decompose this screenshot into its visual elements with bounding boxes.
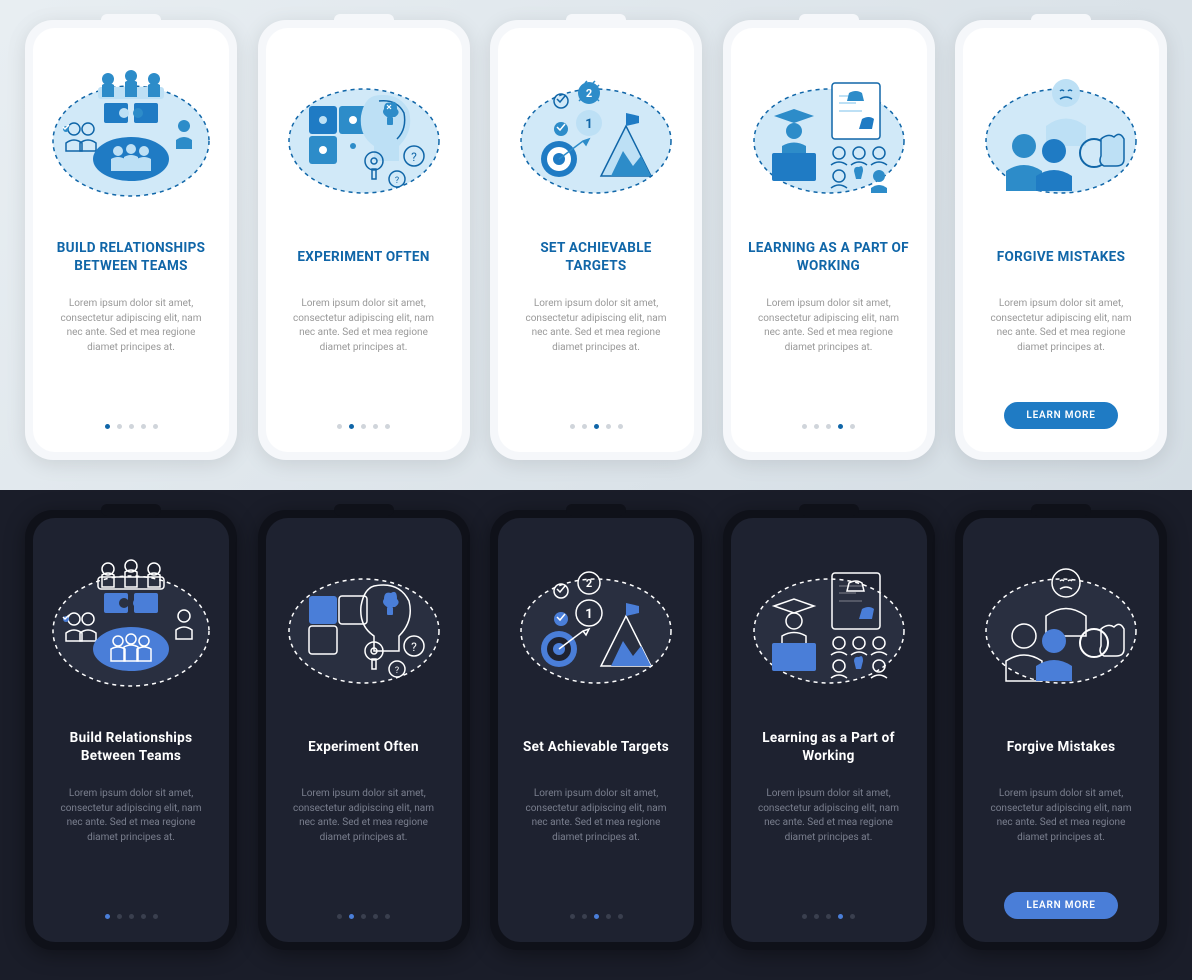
card-title: EXPERIMENT OFTEN — [297, 239, 429, 277]
card-desc: Lorem ipsum dolor sit amet, consectetur … — [743, 787, 915, 845]
card-title: SET ACHIEVABLE TARGETS — [510, 239, 682, 277]
card-title: FORGIVE MISTAKES — [997, 239, 1125, 277]
phone-card-0: Build Relationships Between Teams Lorem … — [25, 510, 237, 950]
forgive-icon — [976, 51, 1146, 221]
phone-card-4: FORGIVE MISTAKES Lorem ipsum dolor sit a… — [955, 20, 1167, 460]
phone-card-2: 2 1 Set Achievable Targets Lorem ipsum d… — [490, 510, 702, 950]
pagination-dots[interactable] — [105, 914, 158, 919]
relationships-icon — [46, 51, 216, 221]
card-title: Learning as a Part of Working — [743, 729, 915, 767]
card-desc: Lorem ipsum dolor sit amet, consectetur … — [278, 297, 450, 355]
phone-card-2: 2 1 SET ACHIEVABLE TARGETS Lorem ipsum d… — [490, 20, 702, 460]
forgive-icon — [976, 541, 1146, 711]
phone-card-3: LEARNING AS A PART OF WORKING Lorem ipsu… — [723, 20, 935, 460]
card-title: Experiment Often — [308, 729, 419, 767]
targets-icon: 2 1 — [511, 51, 681, 221]
learning-icon — [744, 541, 914, 711]
light-theme-row: BUILD RELATIONSHIPS BETWEEN TEAMS Lorem … — [0, 0, 1192, 490]
svg-text:?: ? — [394, 176, 398, 186]
svg-text:?: ? — [411, 640, 417, 654]
pagination-dots[interactable] — [570, 424, 623, 429]
card-desc: Lorem ipsum dolor sit amet, consectetur … — [743, 297, 915, 355]
card-desc: Lorem ipsum dolor sit amet, consectetur … — [278, 787, 450, 845]
phone-card-4: Forgive Mistakes Lorem ipsum dolor sit a… — [955, 510, 1167, 950]
svg-text:?: ? — [411, 150, 417, 164]
card-title: LEARNING AS A PART OF WORKING — [743, 239, 915, 277]
card-title: BUILD RELATIONSHIPS BETWEEN TEAMS — [45, 239, 217, 277]
card-desc: Lorem ipsum dolor sit amet, consectetur … — [510, 787, 682, 845]
learn-more-button[interactable]: LEARN MORE — [1004, 402, 1117, 429]
phone-card-1: ? ? Experiment Often Lorem ipsum dolor s… — [258, 510, 470, 950]
svg-text:?: ? — [394, 666, 398, 676]
card-desc: Lorem ipsum dolor sit amet, consectetur … — [510, 297, 682, 355]
experiment-icon: ? ? — [279, 51, 449, 221]
svg-text:2: 2 — [586, 87, 592, 100]
card-title: Set Achievable Targets — [523, 729, 669, 767]
card-desc: Lorem ipsum dolor sit amet, consectetur … — [45, 787, 217, 845]
pagination-dots[interactable] — [105, 424, 158, 429]
card-title: Forgive Mistakes — [1007, 729, 1116, 767]
phone-card-0: BUILD RELATIONSHIPS BETWEEN TEAMS Lorem … — [25, 20, 237, 460]
pagination-dots[interactable] — [570, 914, 623, 919]
svg-text:1: 1 — [585, 117, 592, 132]
pagination-dots[interactable] — [337, 914, 390, 919]
card-desc: Lorem ipsum dolor sit amet, consectetur … — [975, 787, 1147, 845]
phone-card-1: ? ? EXPERIMENT OFTEN Lorem ipsum dolor s… — [258, 20, 470, 460]
card-title: Build Relationships Between Teams — [45, 729, 217, 767]
relationships-icon — [46, 541, 216, 711]
card-desc: Lorem ipsum dolor sit amet, consectetur … — [975, 297, 1147, 355]
phone-card-3: Learning as a Part of Working Lorem ipsu… — [723, 510, 935, 950]
pagination-dots[interactable] — [802, 424, 855, 429]
pagination-dots[interactable] — [802, 914, 855, 919]
pagination-dots[interactable] — [337, 424, 390, 429]
targets-icon: 2 1 — [511, 541, 681, 711]
learning-icon — [744, 51, 914, 221]
dark-theme-row: Build Relationships Between Teams Lorem … — [0, 490, 1192, 980]
card-desc: Lorem ipsum dolor sit amet, consectetur … — [45, 297, 217, 355]
experiment-icon: ? ? — [279, 541, 449, 711]
learn-more-button[interactable]: LEARN MORE — [1004, 892, 1117, 919]
svg-text:2: 2 — [586, 577, 592, 590]
svg-text:1: 1 — [585, 607, 592, 622]
